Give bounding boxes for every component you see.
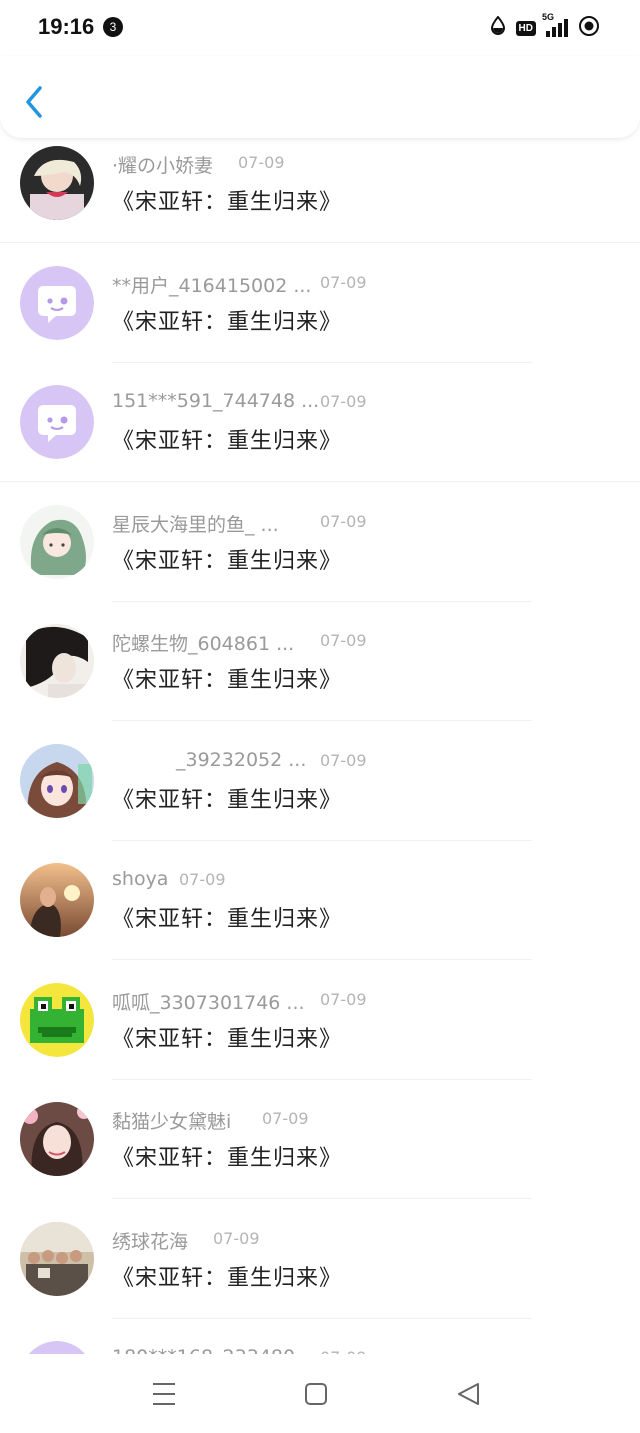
item-date: 07-09 [179, 870, 226, 889]
row-divider [112, 1079, 532, 1080]
system-nav-bar [0, 1354, 640, 1433]
item-date: 07-09 [320, 273, 367, 292]
item-meta: 陀螺生物_604861 ... 07-09 [112, 629, 367, 656]
avatar[interactable] [20, 266, 94, 340]
status-bar: 19:16 3 HD 5G [0, 0, 640, 56]
avatar[interactable] [20, 385, 94, 459]
avatar[interactable] [20, 983, 94, 1057]
list-item[interactable]: ·耀の小娇妻 07-09 《宋亚轩：重生归来》 [0, 140, 640, 260]
item-date: 07-09 [320, 631, 367, 650]
row-divider [0, 481, 640, 482]
item-title: 《宋亚轩：重生归来》 [112, 1146, 343, 1171]
list-item[interactable]: 黏猫少女黛魅i 07-09 《宋亚轩：重生归来》 [0, 1096, 640, 1216]
status-icons: HD 5G [490, 12, 600, 41]
list-item[interactable]: 绣球花海 07-09 《宋亚轩：重生归来》 [0, 1216, 640, 1336]
item-title: 《宋亚轩：重生归来》 [112, 788, 343, 813]
item-title: 《宋亚轩：重生归来》 [112, 1266, 343, 1291]
avatar[interactable] [20, 146, 94, 220]
row-divider [112, 959, 532, 960]
list-item[interactable]: shoya 07-09 《宋亚轩：重生归来》 [0, 857, 640, 977]
list-item[interactable]: **用户_416415002 ... 07-09 《宋亚轩：重生归来》 [0, 260, 640, 380]
header [0, 56, 640, 138]
username: 陀螺生物_604861 ... [112, 633, 295, 655]
list-item[interactable]: 151***591_744748 ... 07-09 《宋亚轩：重生归来》 [0, 379, 640, 499]
back-triangle-icon [458, 1383, 479, 1405]
item-title: 《宋亚轩：重生归来》 [112, 1027, 343, 1052]
avatar[interactable] [20, 1222, 94, 1296]
item-meta: 呱呱_3307301746 ... 07-09 [112, 988, 367, 1015]
system-back-button[interactable] [448, 1376, 488, 1412]
item-meta: _39232052 ... 07-09 [112, 749, 367, 771]
back-button[interactable] [18, 82, 52, 122]
username: 星辰大海里的鱼_ ... [112, 514, 279, 536]
item-title: 《宋亚轩：重生归来》 [112, 190, 343, 215]
username: 黏猫少女黛魅i [112, 1111, 232, 1133]
row-divider [112, 362, 532, 363]
item-meta: **用户_416415002 ... 07-09 [112, 271, 367, 298]
item-date: 07-09 [320, 392, 367, 411]
item-date: 07-09 [262, 1109, 309, 1128]
item-date: 07-09 [213, 1229, 260, 1248]
item-title: 《宋亚轩：重生归来》 [112, 907, 343, 932]
username: ·耀の小娇妻 [112, 155, 214, 177]
username: **用户_416415002 ... [112, 275, 312, 297]
row-divider [112, 840, 532, 841]
username: shoya [112, 868, 169, 890]
item-title: 《宋亚轩：重生归来》 [112, 668, 343, 693]
item-date: 07-09 [320, 990, 367, 1009]
item-meta: shoya 07-09 [112, 868, 226, 890]
username: _39232052 ... [176, 749, 307, 771]
item-date: 07-09 [320, 512, 367, 531]
item-meta: 151***591_744748 ... 07-09 [112, 390, 367, 412]
avatar[interactable] [20, 863, 94, 937]
chevron-left-icon [26, 86, 42, 118]
avatar[interactable] [20, 624, 94, 698]
home-button[interactable] [296, 1376, 336, 1412]
hd-voice-icon: HD [515, 20, 536, 36]
item-date: 07-09 [320, 751, 367, 770]
avatar[interactable] [20, 505, 94, 579]
record-icon [578, 15, 600, 41]
avatar[interactable] [20, 744, 94, 818]
item-date: 07-09 [238, 153, 285, 172]
data-saver-icon [490, 15, 506, 40]
item-title: 《宋亚轩：重生归来》 [112, 310, 343, 335]
item-meta: 180***168_233480 ...07-09 [112, 1346, 367, 1354]
row-divider [0, 242, 640, 243]
row-divider [112, 1198, 532, 1199]
row-divider [112, 720, 532, 721]
home-square-icon [305, 1383, 327, 1405]
user-list: ·耀の小娇妻 07-09 《宋亚轩：重生归来》 **用户_416415002 ...… [0, 140, 640, 1354]
item-meta: 黏猫少女黛魅i 07-09 [112, 1107, 309, 1134]
item-title: 《宋亚轩：重生归来》 [112, 429, 343, 454]
notification-count-badge: 3 [103, 17, 123, 37]
menu-icon [153, 1383, 175, 1405]
username: 151***591_744748 ... [112, 390, 320, 412]
row-divider [112, 1318, 532, 1319]
list-item[interactable]: 呱呱_3307301746 ... 07-09 《宋亚轩：重生归来》 [0, 977, 640, 1097]
avatar[interactable] [20, 1341, 94, 1354]
username: 180***168_233480 ... [112, 1346, 319, 1354]
status-time: 19:16 [38, 14, 95, 39]
list-item[interactable]: 180***168_233480 ...07-09 [0, 1335, 640, 1354]
item-meta: 星辰大海里的鱼_ ... 07-09 [112, 510, 367, 537]
item-meta: 绣球花海 07-09 [112, 1227, 260, 1254]
signal-icon: 5G [542, 12, 568, 37]
username: 绣球花海 [112, 1231, 189, 1253]
username: 呱呱_3307301746 ... [112, 992, 305, 1014]
row-divider [112, 601, 532, 602]
avatar[interactable] [20, 1102, 94, 1176]
item-meta: ·耀の小娇妻 07-09 [112, 151, 285, 178]
network-type-label: 5G [542, 12, 555, 22]
item-title: 《宋亚轩：重生归来》 [112, 549, 343, 574]
list-item[interactable]: 陀螺生物_604861 ... 07-09 《宋亚轩：重生归来》 [0, 618, 640, 738]
list-item[interactable]: 星辰大海里的鱼_ ... 07-09 《宋亚轩：重生归来》 [0, 499, 640, 619]
list-item[interactable]: _39232052 ... 07-09 《宋亚轩：重生归来》 [0, 738, 640, 858]
menu-button[interactable] [144, 1376, 184, 1412]
